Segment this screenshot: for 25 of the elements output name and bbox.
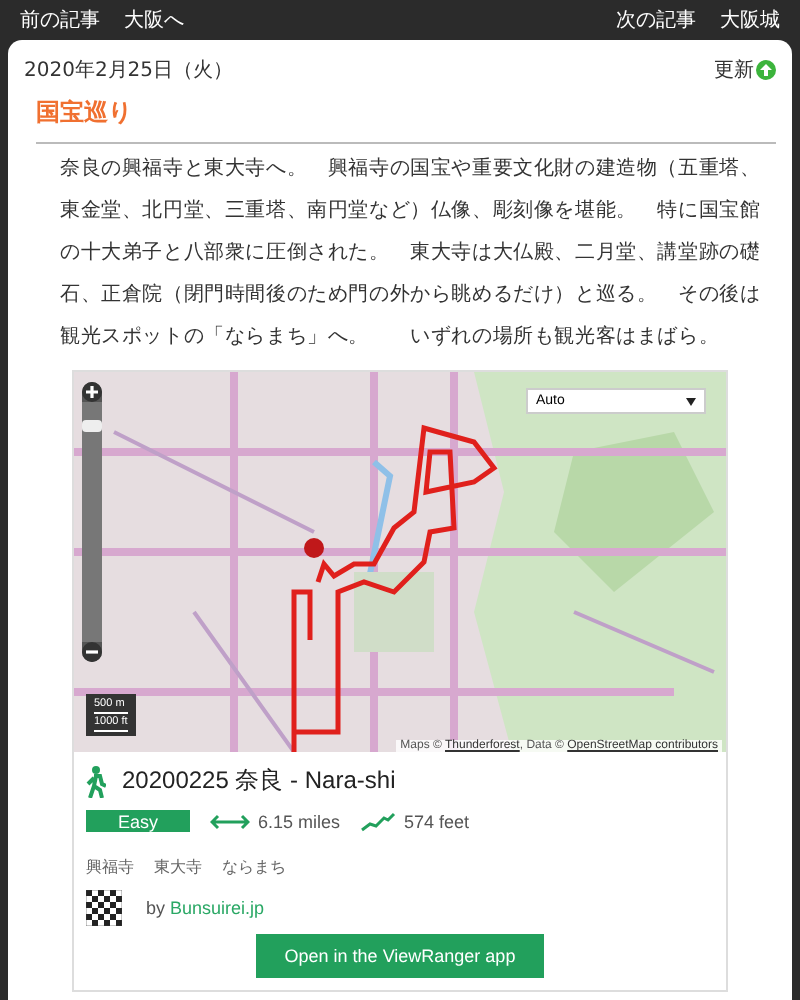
update-label: 更新	[714, 57, 754, 84]
route-tag[interactable]: 東大寺	[154, 856, 202, 878]
zoom-out-button[interactable]	[82, 642, 102, 662]
post-title: 国宝巡り	[36, 96, 776, 144]
ascent-value: 574 feet	[404, 811, 470, 831]
zoom-in-button[interactable]	[82, 382, 102, 402]
caret-icon	[686, 397, 696, 405]
route-title: 20200225 奈良 - Nara-shi	[122, 764, 396, 798]
refresh-icon[interactable]	[756, 60, 776, 80]
post-date: 2020年2月25日（火）	[24, 57, 234, 84]
author-line: by Bunsuirei.jp	[146, 898, 265, 918]
nav-link[interactable]: 前の記事	[20, 6, 100, 34]
ascent-icon	[360, 811, 397, 831]
walker-icon	[86, 765, 106, 797]
nav-link[interactable]: 次の記事	[616, 6, 696, 34]
author-avatar	[86, 890, 122, 926]
distance-value: 6.15 miles	[258, 811, 341, 831]
nav-link[interactable]: 大阪城	[720, 6, 780, 34]
zoom-slider[interactable]	[82, 402, 102, 642]
nav-link[interactable]: 大阪へ	[124, 6, 184, 34]
route-tag[interactable]: 興福寺	[86, 856, 134, 878]
distance-icon	[210, 813, 250, 829]
post-body: 奈良の興福寺と東大寺へ。 興福寺の国宝や重要文化財の建造物（五重塔、東金堂、北円堂、三重塔、南円堂など）仏像、彫刻像を堪能。 特に国宝館の十大弟子と八部衆に圧倒された。 東大寺は大仏殿、二月堂、講堂跡の礎石、正倉院（閉門時間後のため門の外から眺めるだけ）と巡る。 その後は観光スポットの「ならまち」へ。 いずれの場所も観光客はまばら。	[58, 155, 763, 352]
difficulty-badge: Easy	[86, 810, 190, 832]
route-tag[interactable]: ならまち	[222, 856, 286, 878]
